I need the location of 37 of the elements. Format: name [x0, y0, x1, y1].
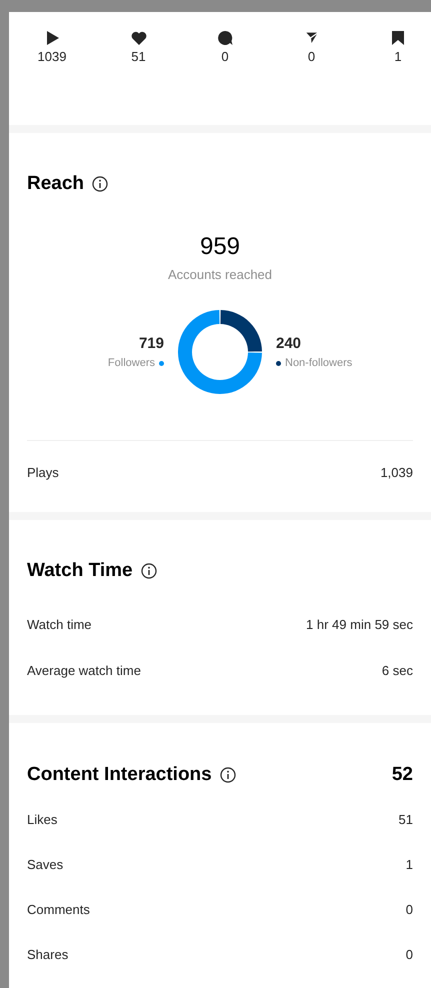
stat-count: 1	[394, 50, 402, 63]
reach-total: 959	[198, 234, 242, 258]
metric-label: Saves	[27, 856, 64, 874]
total-count: 52	[392, 763, 413, 787]
stat-count: 1039	[38, 50, 66, 63]
info-icon[interactable]	[92, 176, 108, 192]
metric-value: 6 sec	[382, 662, 413, 680]
stat-count: 51	[131, 50, 146, 63]
legend-label: Non-followers	[285, 356, 352, 371]
send-icon	[304, 30, 320, 46]
legend-count: 719	[138, 334, 164, 354]
metric-value: 0	[406, 901, 413, 920]
metric-label: Comments	[27, 901, 90, 920]
stat-count: 0	[221, 50, 229, 63]
metric-value: 1 hr 49 min 59 sec	[306, 616, 413, 634]
metric-value: 51	[398, 811, 413, 830]
heart-icon	[130, 30, 146, 46]
info-icon[interactable]	[140, 563, 157, 580]
bookmark-icon	[390, 30, 406, 46]
legend-label: Followers	[108, 356, 155, 371]
reach-caption: Accounts reached	[166, 266, 274, 284]
stat-count: 0	[308, 50, 316, 63]
legend-count: 240	[276, 334, 302, 354]
metric-label: Watch time	[27, 616, 92, 634]
play-icon	[44, 30, 60, 46]
metric-value: 0	[406, 946, 413, 964]
section-title: Watch Time	[27, 559, 133, 583]
metric-label: Average watch time	[27, 662, 141, 680]
metric-label: Shares	[27, 946, 68, 964]
section-title: Content Interactions	[27, 763, 212, 787]
comment-icon	[217, 30, 233, 46]
metric-value: 1,039	[380, 464, 413, 482]
info-icon[interactable]	[220, 767, 236, 784]
metric-label: Plays	[27, 464, 59, 482]
metric-value: 1	[406, 856, 413, 874]
section-title: Reach	[27, 172, 84, 196]
metric-label: Likes	[27, 811, 58, 830]
